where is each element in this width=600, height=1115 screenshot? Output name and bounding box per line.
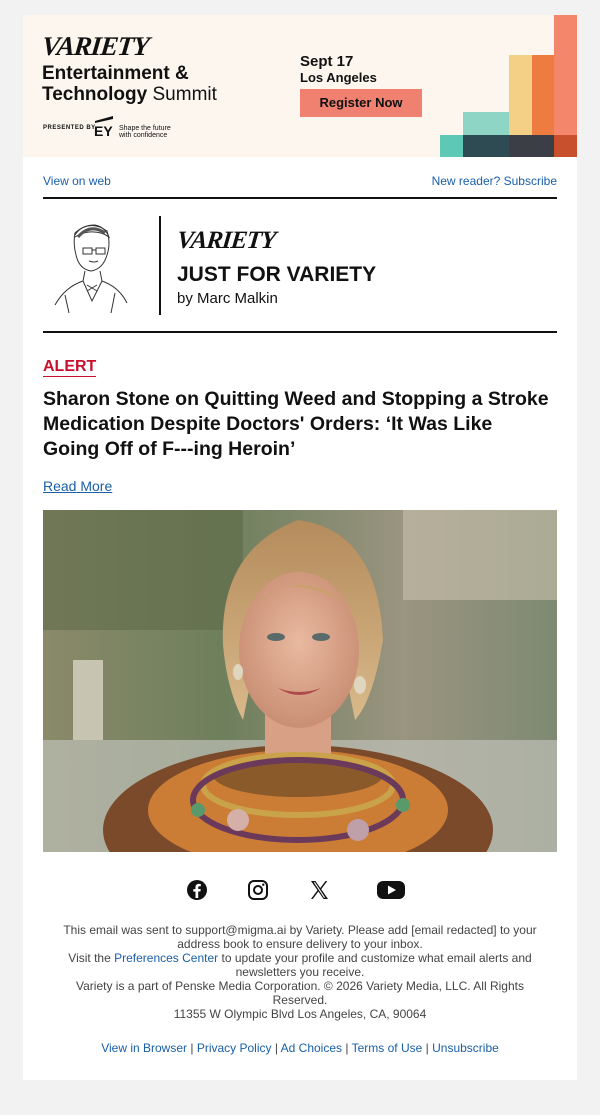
column-divider: [159, 216, 161, 315]
email-card: VARIETY Entertainment & Technology Summi…: [23, 15, 577, 1080]
banner-decor: [509, 135, 554, 157]
presented-by-label: PRESENTED BY: [43, 125, 96, 131]
link-separator: |: [190, 1041, 194, 1055]
footer-address: 11355 W Olympic Blvd Los Angeles, CA, 90…: [173, 1007, 427, 1021]
footer-preferences: Visit the Preferences Center to update y…: [68, 951, 532, 979]
unsubscribe-link[interactable]: Unsubscribe: [432, 1041, 499, 1055]
divider: [43, 331, 557, 333]
footer-links: View in Browser | Privacy Policy | Ad Ch…: [43, 1041, 557, 1055]
youtube-icon[interactable]: [376, 878, 406, 902]
summit-title: Entertainment & Technology Summit: [42, 63, 217, 105]
event-date: Sept 17: [300, 53, 354, 70]
read-more-link[interactable]: Read More: [43, 478, 112, 494]
link-separator: |: [425, 1041, 429, 1055]
column-byline: by Marc Malkin: [177, 290, 278, 307]
banner-decor: [440, 135, 463, 157]
svg-text:EY: EY: [94, 123, 113, 137]
link-separator: |: [345, 1041, 349, 1055]
article-photo[interactable]: [43, 510, 557, 852]
privacy-policy-link[interactable]: Privacy Policy: [197, 1041, 272, 1055]
footer-copyright: Variety is a part of Penske Media Corpor…: [76, 979, 524, 1007]
subscribe-link[interactable]: New reader? Subscribe: [432, 174, 557, 188]
footer-sent-to: This email was sent to support@migma.ai …: [63, 923, 537, 951]
alert-tag: ALERT: [43, 358, 97, 377]
ey-logo-icon: EY: [94, 116, 113, 137]
author-sketch-image: [54, 224, 128, 314]
facebook-icon[interactable]: [185, 878, 209, 902]
footer-text: This email was sent to support@migma.ai …: [59, 923, 541, 1021]
instagram-icon[interactable]: [246, 878, 270, 902]
column-title: JUST FOR VARIETY: [177, 263, 377, 286]
article-headline[interactable]: Sharon Stone on Quitting Weed and Stoppi…: [43, 387, 553, 462]
ad-choices-link[interactable]: Ad Choices: [281, 1041, 342, 1055]
banner-decor: [554, 135, 577, 157]
x-icon[interactable]: [307, 878, 331, 902]
variety-logo: VARIETY: [175, 227, 277, 254]
preferences-center-link[interactable]: Preferences Center: [114, 951, 218, 965]
variety-logo: VARIETY: [40, 31, 151, 61]
sponsor-tagline: Shape the future with confidence: [119, 125, 171, 139]
summit-banner[interactable]: VARIETY Entertainment & Technology Summi…: [23, 15, 577, 157]
register-button[interactable]: Register Now: [300, 89, 422, 117]
view-in-browser-link[interactable]: View in Browser: [101, 1041, 187, 1055]
link-separator: |: [274, 1041, 278, 1055]
terms-of-use-link[interactable]: Terms of Use: [352, 1041, 423, 1055]
divider: [43, 197, 557, 199]
event-city: Los Angeles: [300, 70, 377, 85]
view-on-web-link[interactable]: View on web: [43, 174, 111, 188]
banner-decor: [463, 135, 509, 157]
